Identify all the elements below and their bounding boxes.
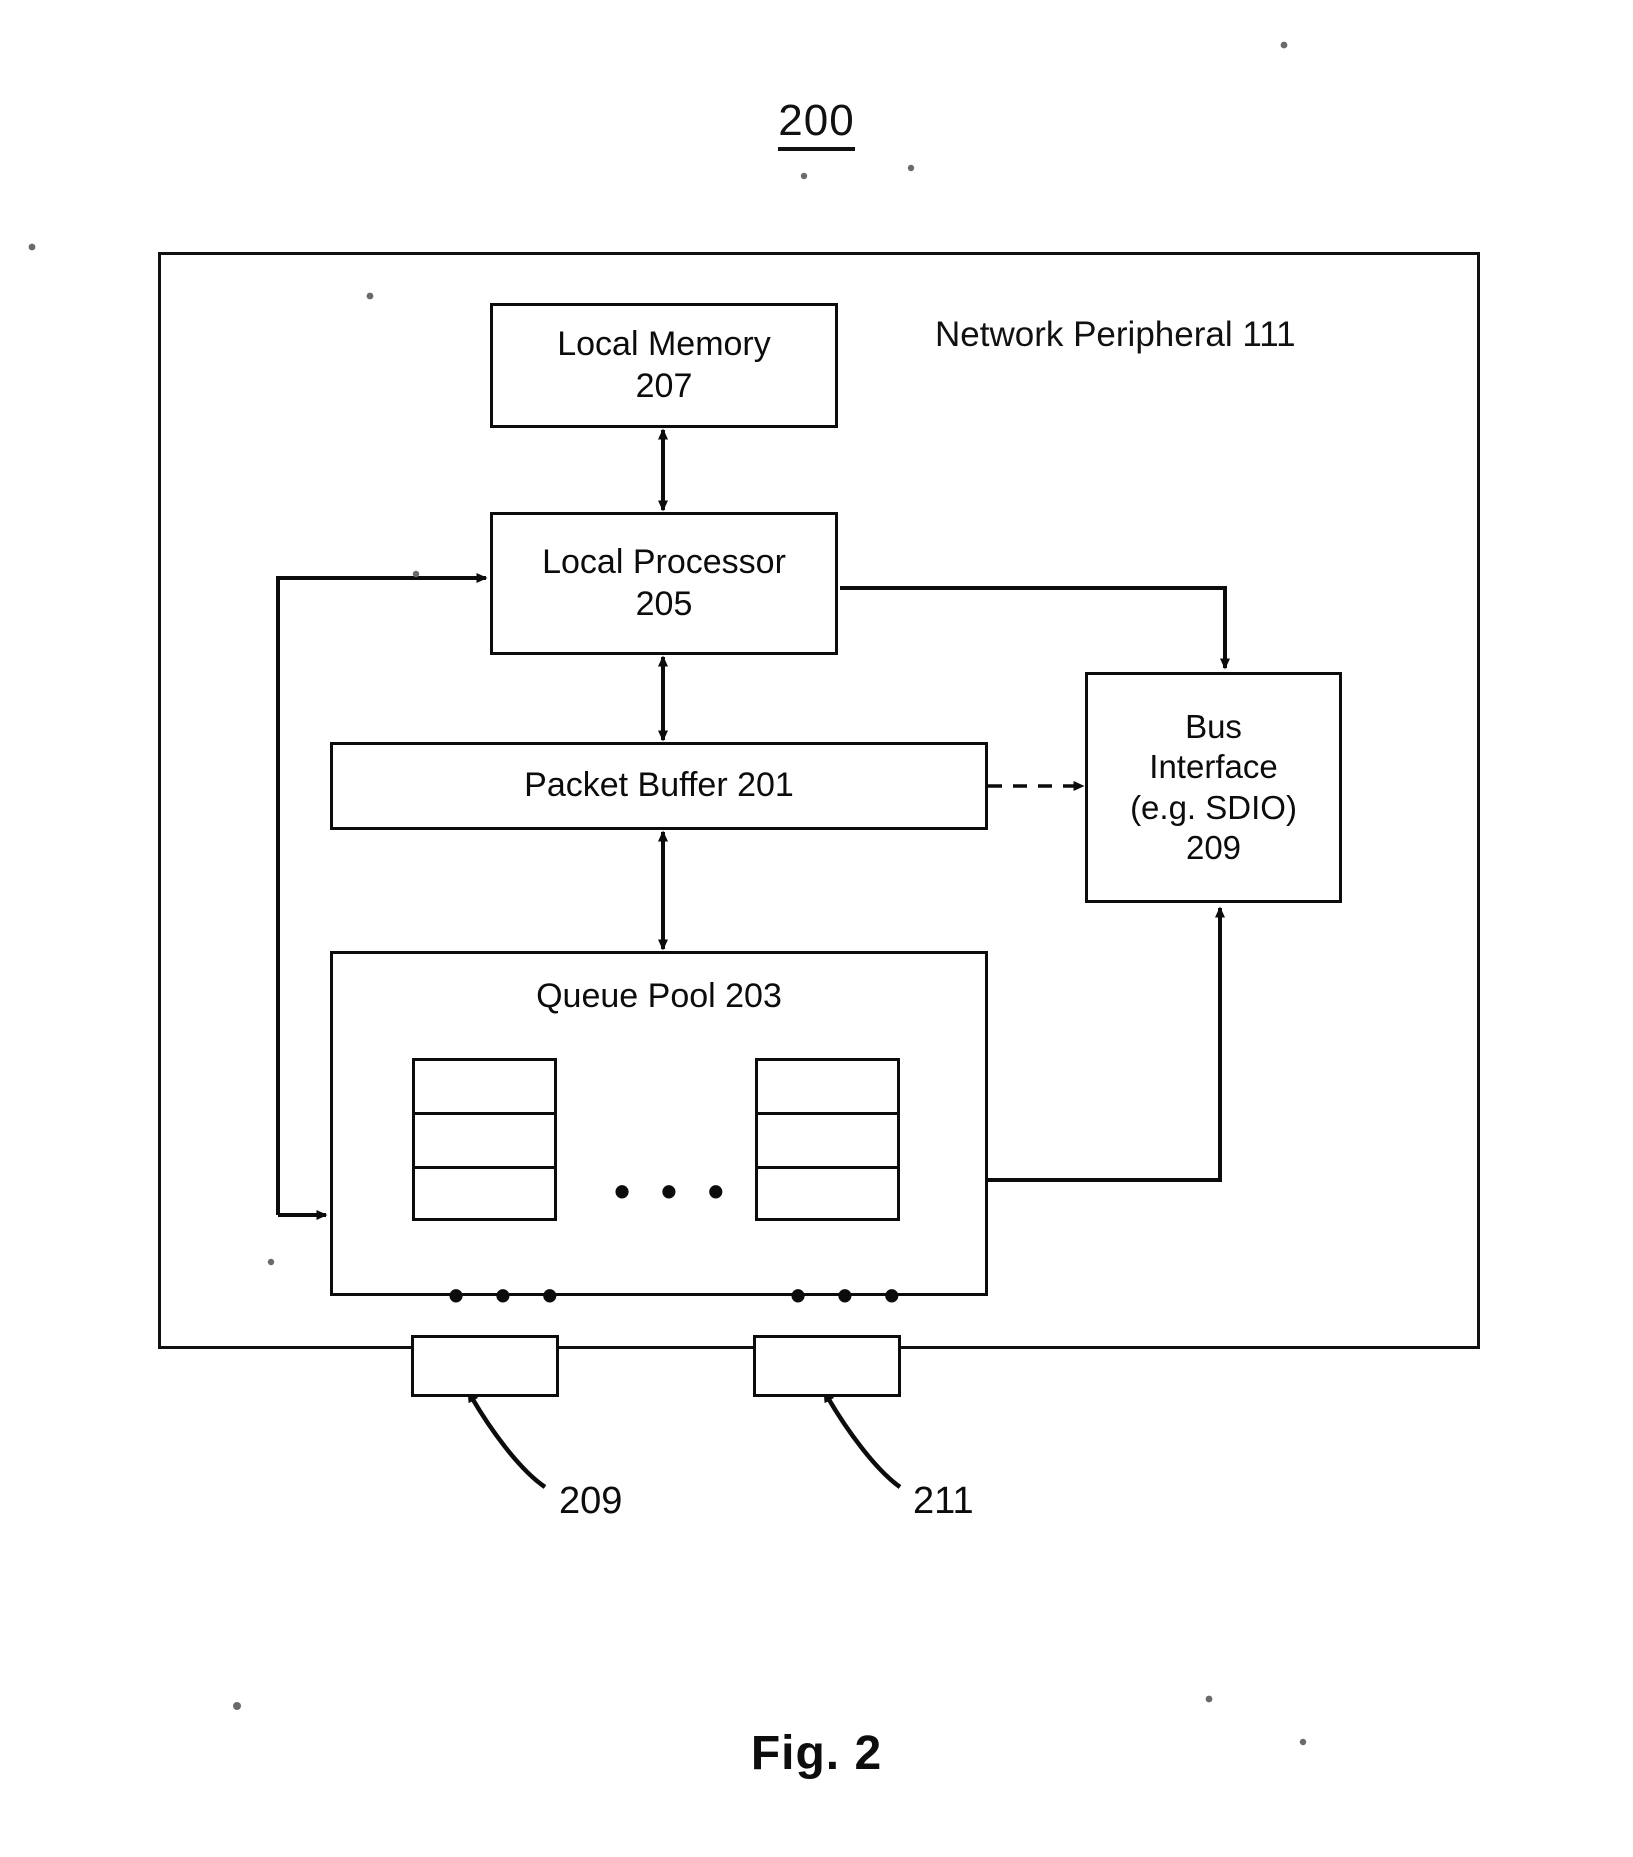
scan-speck	[28, 243, 36, 251]
scan-speck	[1280, 41, 1288, 49]
bus-interface-refnum: 209	[1185, 828, 1242, 866]
bus-interface-title-line3: (e.g. SDIO)	[1130, 788, 1297, 826]
network-peripheral-label: Network Peripheral 111	[935, 315, 1296, 354]
bus-interface-title-line2: Interface	[1149, 748, 1278, 786]
queue-pool-title: Queue Pool 203	[536, 977, 782, 1015]
callout-label-211: 211	[913, 1480, 974, 1522]
queue-stack-right	[755, 1058, 900, 1221]
bus-interface-node: Bus Interface (e.g. SDIO) 209	[1085, 672, 1342, 903]
queue-cell	[415, 1061, 554, 1115]
figure-caption: Fig. 2	[750, 1727, 883, 1780]
queue-cell	[758, 1115, 897, 1169]
local-processor-node: Local Processor 205	[490, 512, 838, 655]
local-processor-title: Local Processor	[542, 543, 786, 582]
queue-cell	[758, 1061, 897, 1115]
local-memory-refnum: 207	[635, 366, 693, 405]
local-memory-title: Local Memory	[557, 325, 771, 364]
queue-cell	[415, 1169, 554, 1220]
scan-speck	[1205, 1695, 1213, 1703]
packet-buffer-node: Packet Buffer 201	[330, 742, 988, 830]
callout-label-209: 209	[559, 1480, 623, 1522]
queue-cell	[758, 1169, 897, 1220]
scan-speck	[233, 1702, 241, 1710]
queue-pool-middle-ellipsis: • • •	[614, 1165, 733, 1217]
callout-leader-209	[466, 1389, 547, 1489]
queue-stack-right-vertical-ellipsis: • • •	[790, 1269, 909, 1321]
packet-buffer-title: Packet Buffer 201	[524, 766, 794, 805]
local-processor-refnum: 205	[635, 584, 693, 623]
bus-interface-title-line1: Bus	[1185, 708, 1242, 745]
local-memory-node: Local Memory 207	[490, 303, 838, 428]
scan-speck	[800, 172, 808, 180]
queue-stack-left-vertical-ellipsis: • • •	[448, 1269, 567, 1321]
queue-stack-left	[412, 1058, 557, 1221]
queue-bottom-box-right	[753, 1335, 901, 1397]
queue-cell	[415, 1115, 554, 1169]
queue-bottom-box-left	[411, 1335, 559, 1397]
scan-speck	[907, 164, 915, 172]
callout-leader-211	[822, 1389, 902, 1489]
